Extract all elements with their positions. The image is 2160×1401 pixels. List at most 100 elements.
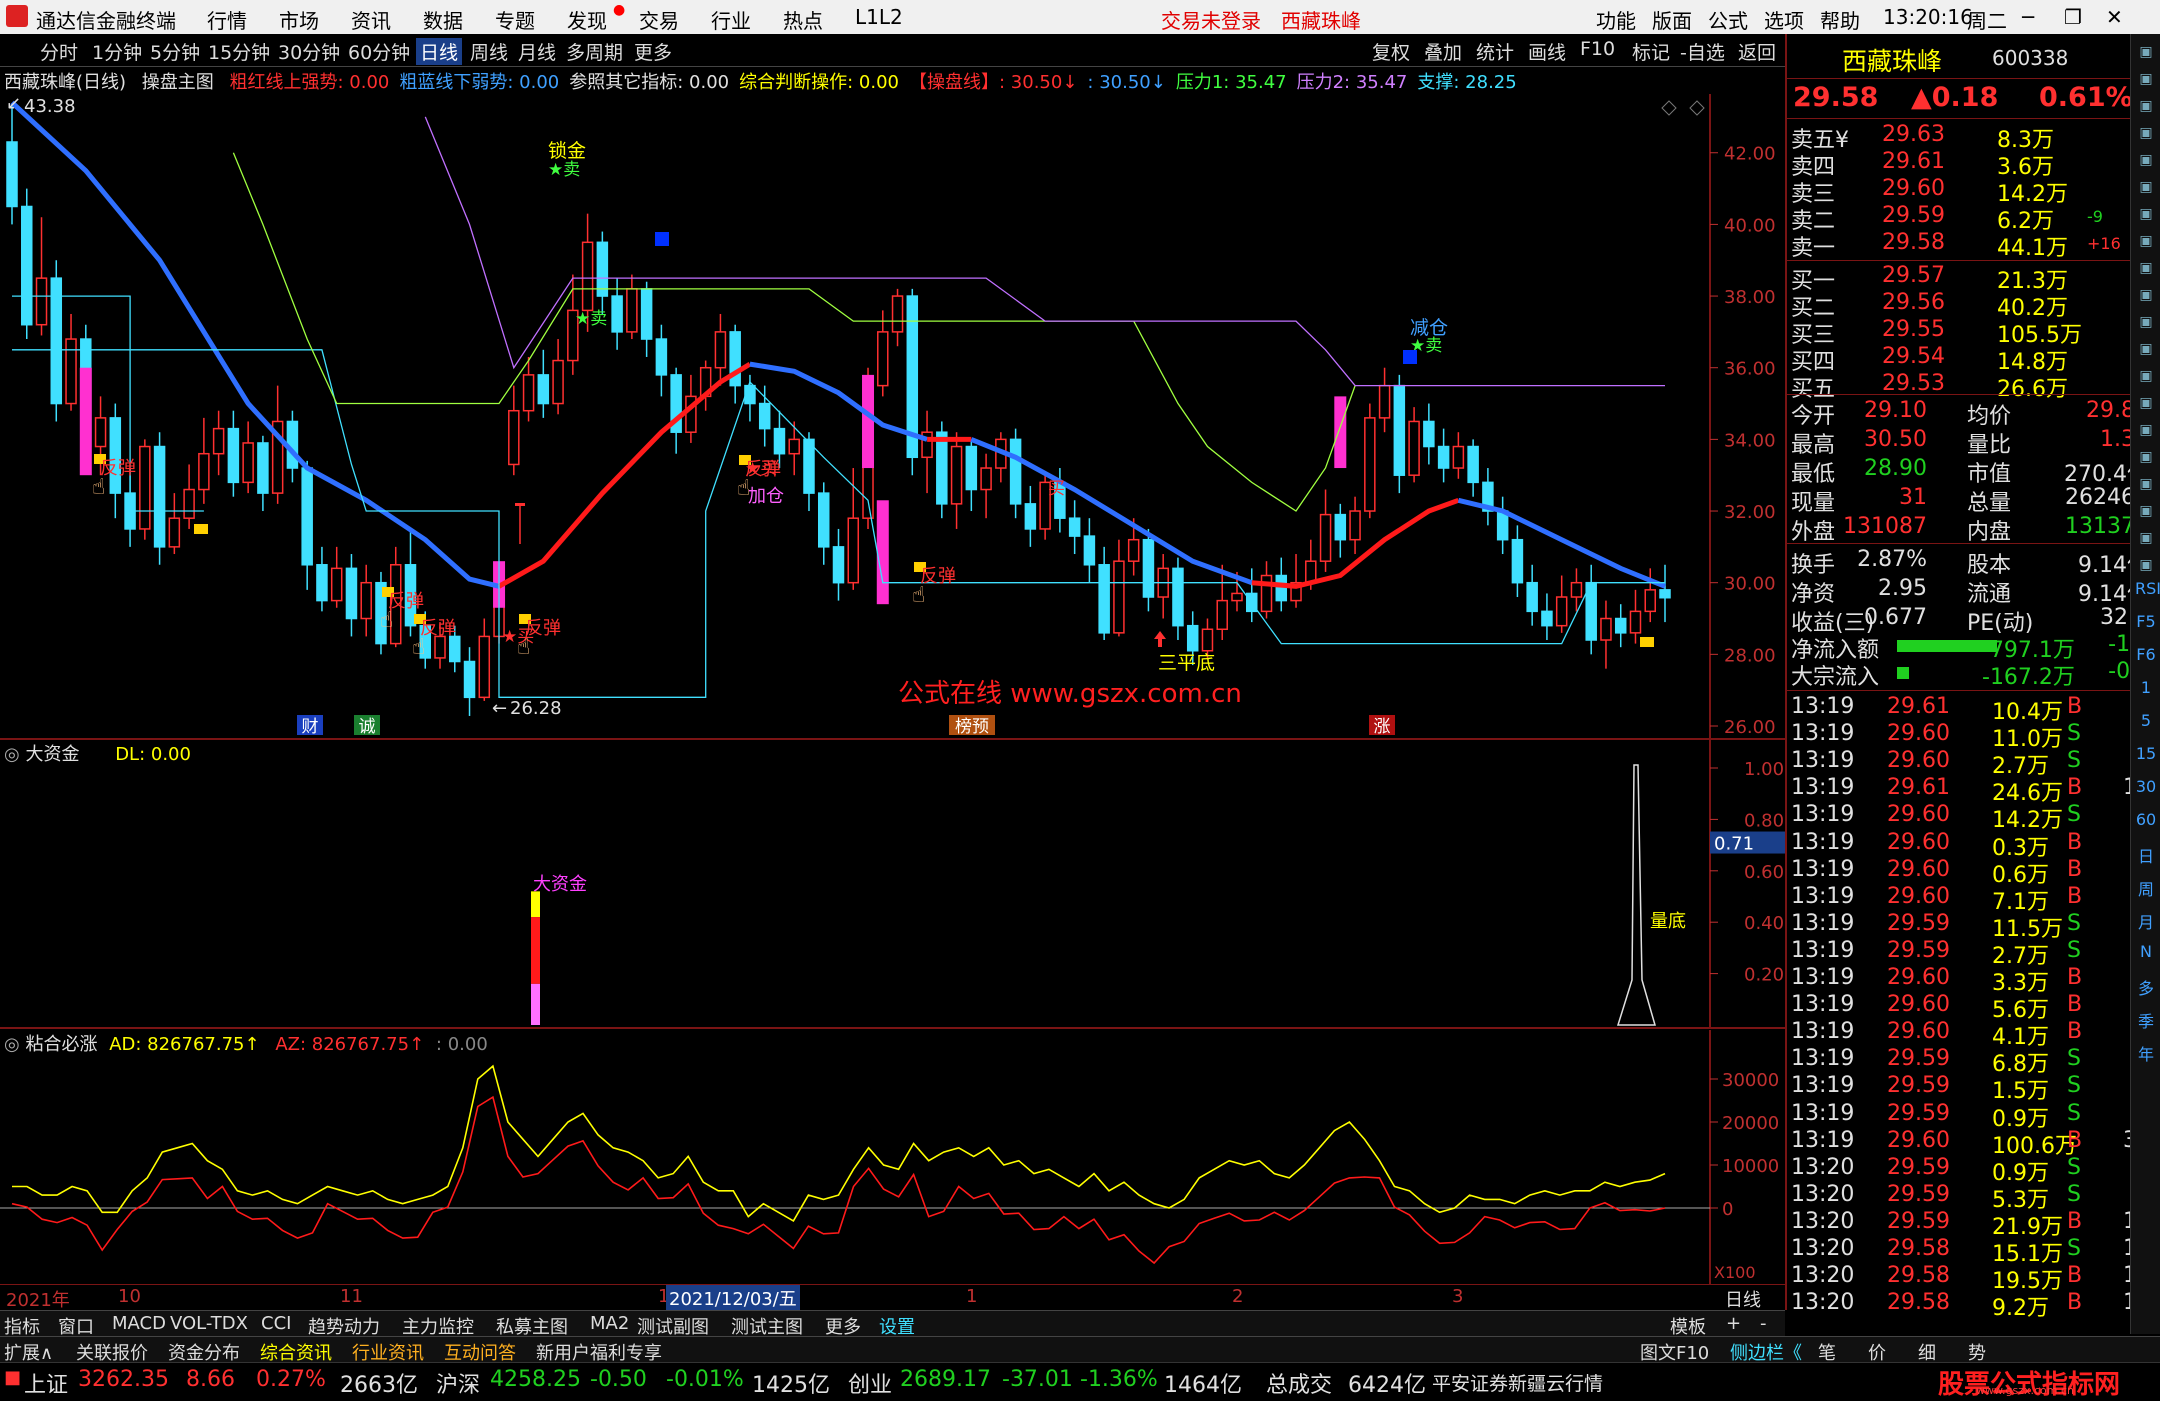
quote-row[interactable]: 卖一 29.58 44.1万 +16 [1787, 230, 2157, 261]
quote-row[interactable]: 买一 29.57 21.3万 [1787, 263, 2157, 294]
remove-panel-button[interactable]: - [1760, 1313, 1767, 1334]
quote-row[interactable]: 13:2029.5921.9万B15 [1787, 1209, 2157, 1240]
period-daily[interactable]: 日线 [416, 38, 463, 65]
period-fenshi[interactable]: 分时 [40, 38, 78, 65]
close-icon[interactable]: ✕ [2106, 5, 2123, 29]
right-tool-5[interactable]: 15 [2135, 744, 2157, 766]
right-tool-9[interactable]: 周 [2135, 876, 2157, 899]
tool-icon[interactable]: ▣ [2135, 44, 2157, 66]
login-status[interactable]: 交易未登录 [1161, 5, 1261, 34]
menu-shichang[interactable]: 市场 [279, 5, 319, 34]
tool-icon[interactable]: ▣ [2135, 260, 2157, 282]
diejia-button[interactable]: 叠加 [1424, 38, 1462, 65]
menu-hangqing[interactable]: 行情 [207, 5, 247, 34]
quote-row[interactable]: 13:1929.590.9万S2 [1787, 1101, 2157, 1132]
indicator-tab-4[interactable]: CCI [261, 1313, 291, 1334]
candle[interactable] [153, 432, 166, 565]
quote-row[interactable]: 卖四 29.61 3.6万 [1787, 149, 2157, 180]
menu-xuanxiang[interactable]: 选项 [1764, 5, 1804, 34]
restore-icon[interactable]: ❐ [2064, 5, 2082, 29]
menu-redian[interactable]: 热点 [783, 5, 823, 34]
right-tool-3[interactable]: 1 [2135, 678, 2157, 700]
quote-row[interactable]: 13:1929.592.7万S3 [1787, 938, 2157, 969]
quote-row[interactable]: 现量 31 总量 262465 [1787, 485, 2157, 516]
quote-row[interactable]: 13:1929.6011.0万S9 [1787, 721, 2157, 752]
menu-zixun[interactable]: 资讯 [351, 5, 391, 34]
quote-row[interactable]: 13:2029.5815.1万S18 [1787, 1236, 2157, 1267]
menu-gongshi[interactable]: 公式 [1708, 5, 1748, 34]
quote-row[interactable]: 卖三 29.60 14.2万 [1787, 176, 2157, 207]
indicator-tab-3[interactable]: VOL-TDX [170, 1313, 248, 1334]
right-tool-2[interactable]: F6 [2135, 645, 2157, 667]
candle[interactable] [936, 421, 948, 519]
quote-row[interactable]: 13:2029.589.2万B12 [1787, 1290, 2157, 1321]
right-tool-10[interactable]: 月 [2135, 909, 2157, 932]
right-tool-8[interactable]: 日 [2135, 843, 2157, 866]
period-60min[interactable]: 60分钟 [348, 38, 410, 65]
main-candlestick-chart[interactable]: 42.00 40.00 38.00 36.00 34.00 32.00 30.00 28.00… [0, 94, 1790, 739]
right-tool-0[interactable]: RSI [2135, 579, 2160, 601]
quote-row[interactable]: 买二 29.56 40.2万 [1787, 290, 2157, 321]
quote-row[interactable]: 13:2029.595.3万S5 [1787, 1182, 2157, 1213]
quote-row[interactable]: 收益(三) 0.677 PE(动) 32.8 [1787, 605, 2157, 636]
tool-icon[interactable]: ▣ [2135, 503, 2157, 525]
candle[interactable] [1393, 374, 1406, 494]
tool-icon[interactable]: ▣ [2135, 98, 2157, 120]
tool-icon[interactable]: ▣ [2135, 395, 2157, 417]
period-weekly[interactable]: 周线 [470, 38, 508, 65]
quote-row[interactable]: 13:1929.60100.6万B37 [1787, 1128, 2157, 1159]
quote-row[interactable]: 最高 30.50 量比 1.32 [1787, 427, 2157, 458]
quote-row[interactable]: 13:1929.596.8万S5 [1787, 1046, 2157, 1077]
quote-row[interactable]: 13:1929.603.3万B3 [1787, 965, 2157, 996]
period-15min[interactable]: 15分钟 [208, 38, 270, 65]
candle[interactable] [21, 188, 33, 340]
tool-icon[interactable]: ▣ [2135, 422, 2157, 444]
candle[interactable] [1364, 403, 1376, 519]
menu-bangzhu[interactable]: 帮助 [1820, 5, 1860, 34]
tool-icon[interactable]: ▣ [2135, 341, 2157, 363]
tool-icon[interactable]: ▣ [2135, 206, 2157, 228]
tongji-button[interactable]: 统计 [1476, 38, 1514, 65]
quote-row[interactable]: 13:2029.590.9万S1 [1787, 1155, 2157, 1186]
fanhui-button[interactable]: 返回 [1738, 38, 1776, 65]
period-more[interactable]: 更多 [634, 38, 672, 65]
candle[interactable] [139, 439, 151, 540]
menu-jiaoyi[interactable]: 交易 [639, 5, 679, 34]
quote-row[interactable]: 13:1929.607.1万B2 [1787, 884, 2157, 915]
f10-button[interactable]: F10 [1580, 38, 1615, 60]
quote-row[interactable]: 卖五¥ 29.63 8.3万 [1787, 122, 2157, 153]
sh-label[interactable]: 上证 [24, 1367, 68, 1399]
indicator-tab-8[interactable]: MA2 [590, 1313, 629, 1334]
tool-icon[interactable]: ▣ [2135, 287, 2157, 309]
panel2-chart[interactable]: 1.00 0.80 0.60 0.40 0.20 0.71 大资金量底 [0, 740, 1790, 1028]
period-1min[interactable]: 1分钟 [92, 38, 142, 65]
quote-row[interactable]: 换手 2.87% 股本 9.14亿 [1787, 547, 2157, 578]
period-monthly[interactable]: 月线 [518, 38, 556, 65]
quote-row[interactable]: 13:1929.6014.2万S7 [1787, 802, 2157, 833]
tool-icon[interactable]: ▣ [2135, 152, 2157, 174]
period-5min[interactable]: 5分钟 [150, 38, 200, 65]
tool-icon[interactable]: ▣ [2135, 71, 2157, 93]
right-tool-1[interactable]: F5 [2135, 612, 2157, 634]
quote-row[interactable]: 大宗流入-167.2万-0% [1787, 659, 2157, 690]
menu-banmian[interactable]: 版面 [1652, 5, 1692, 34]
quote-row[interactable]: 13:1929.602.7万S4 [1787, 748, 2157, 779]
right-tool-4[interactable]: 5 [2135, 711, 2157, 733]
tool-icon[interactable]: ▣ [2135, 233, 2157, 255]
tool-icon[interactable]: ▣ [2135, 179, 2157, 201]
quote-row[interactable]: 13:2029.5819.5万B12 [1787, 1263, 2157, 1294]
right-tool-14[interactable]: 年 [2135, 1041, 2157, 1064]
quote-row[interactable]: 今开 29.10 均价 29.80 [1787, 398, 2157, 429]
quote-row[interactable]: 最低 28.90 市值 270.4亿 [1787, 456, 2157, 487]
cy-label[interactable]: 创业 [848, 1367, 892, 1399]
quote-row[interactable]: 13:1929.591.5万S3 [1787, 1073, 2157, 1104]
fuquan-button[interactable]: 复权 [1372, 38, 1410, 65]
tick-list[interactable]: 13:1929.6110.4万B313:1929.6011.0万S913:192… [1787, 690, 2151, 1321]
quote-row[interactable]: 13:1929.5911.5万S5 [1787, 911, 2157, 942]
minimize-icon[interactable]: ─ [2022, 5, 2034, 29]
formula-name[interactable]: 操盘主图 [142, 72, 214, 93]
menu-zhuanti[interactable]: 专题 [495, 5, 535, 34]
quote-row[interactable]: 净资 2.95 流通 9.14亿 [1787, 576, 2157, 607]
right-tool-7[interactable]: 60 [2135, 810, 2157, 832]
quote-row[interactable]: 买四 29.54 14.8万 [1787, 344, 2157, 375]
